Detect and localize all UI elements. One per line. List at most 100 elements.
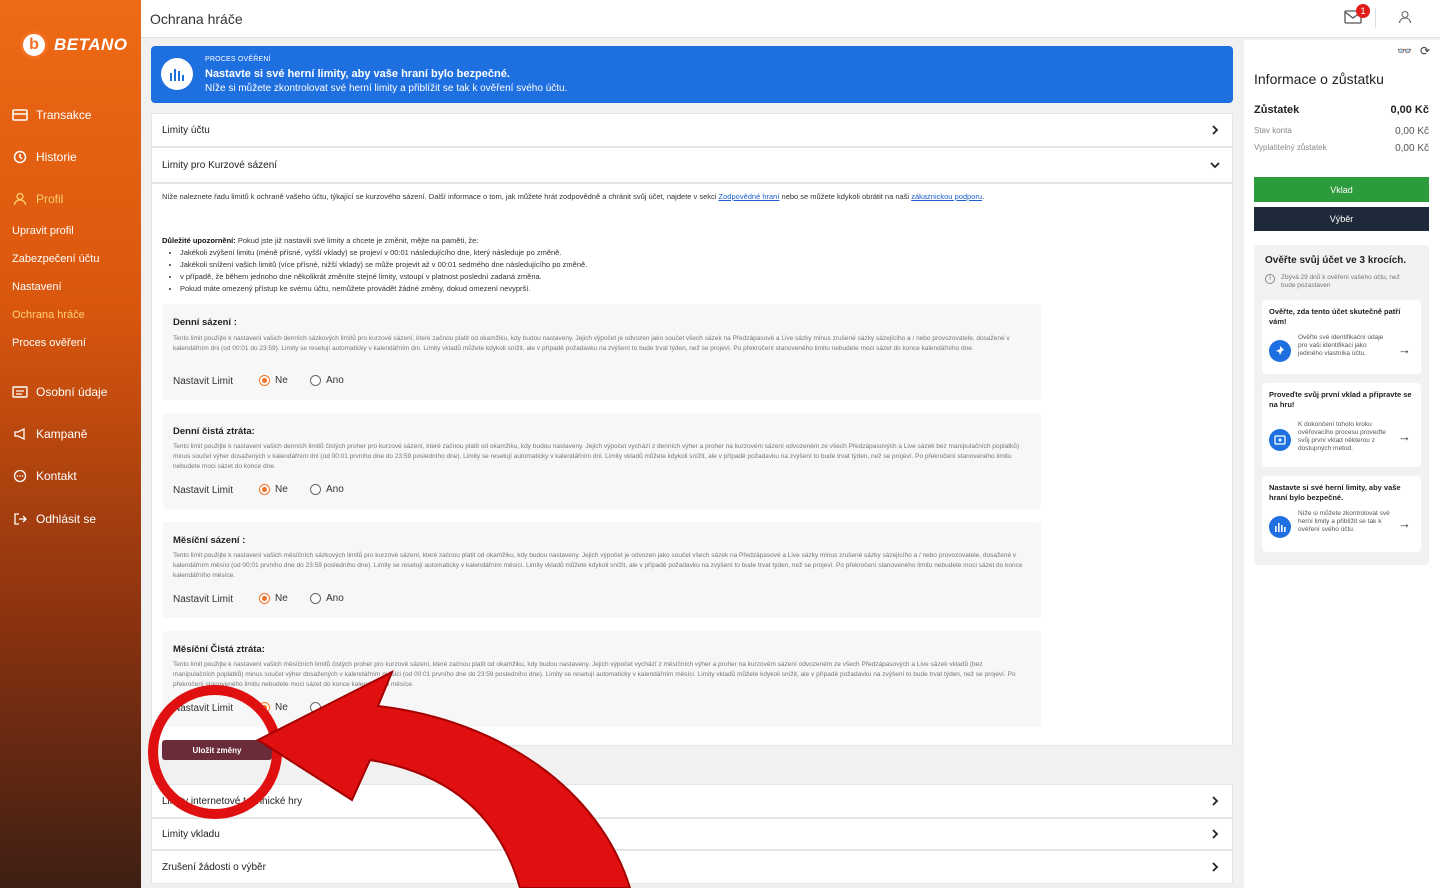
betano-logo[interactable]: b BETANO <box>20 26 128 64</box>
notice-bullet: Pokud máte omezený přístup ke svému účtu… <box>180 283 1062 295</box>
verify-card-identity[interactable]: Ověřte, zda tento účet skutečně patří vá… <box>1262 300 1421 374</box>
account-value: 0,00 Kč <box>1395 126 1429 137</box>
sidebar-item-odhlasit[interactable]: Odhlásit se <box>12 511 96 527</box>
notice-lead: Pokud jste již nastavili své limity a ch… <box>235 236 479 245</box>
chevron-right-icon <box>1212 796 1219 806</box>
user-button[interactable] <box>1398 10 1412 24</box>
radio-yes[interactable]: Ano <box>310 702 344 713</box>
radio-yes[interactable]: Ano <box>310 593 344 604</box>
withdrawable-row: Vyplatitelný zůstatek 0,00 Kč <box>1254 143 1429 154</box>
limit-card-daily-betting: Denní sázení : Tento limit použijte k na… <box>163 304 1041 400</box>
radio-circle <box>259 484 270 495</box>
balance-value: 0,00 Kč <box>1390 104 1429 116</box>
chart-bars-icon <box>161 58 193 90</box>
verify-account-box: Ověřte svůj účet ve 3 krocích. i Zbývá 2… <box>1254 245 1429 565</box>
limit-card-monthly-betting: Měsíční sázení : Tento limit použijte k … <box>163 522 1041 618</box>
notification-badge: 1 <box>1356 4 1370 18</box>
account-row: Stav konta 0,00 Kč <box>1254 126 1429 137</box>
card-desc: Níže si můžete zkontrolovat své herní li… <box>1298 510 1390 533</box>
banner-text: Níže si můžete zkontrolovat své herní li… <box>205 83 568 94</box>
limit-card-monthly-net-loss: Měsíční Čistá ztráta: Tento limit použij… <box>163 631 1041 727</box>
card-title: Nastavte si své herní limity, aby vaše h… <box>1269 483 1401 502</box>
radio-no[interactable]: Ne <box>259 484 288 495</box>
responsible-gaming-link[interactable]: Zodpovědné hraní <box>719 192 780 201</box>
card-title: Proveďte svůj první vklad a připravte se… <box>1269 390 1412 409</box>
sidebar-item-kontakt[interactable]: Kontakt <box>12 468 77 484</box>
verify-card-limits[interactable]: Nastavte si své herní limity, aby vaše h… <box>1262 476 1421 552</box>
radio-label: Ne <box>275 593 288 604</box>
sidebar-item-osobni-udaje[interactable]: Osobní údaje <box>12 384 107 400</box>
user-icon <box>12 191 28 207</box>
logout-icon <box>12 511 28 527</box>
panel-tools: 👓 ⟳ <box>1397 44 1430 58</box>
limit-card-daily-net-loss: Denní čistá ztráta: Tento limit použijte… <box>163 413 1041 509</box>
notice-bullet: v případě, že během jednoho dne několikr… <box>180 271 1062 283</box>
withdraw-button[interactable]: Výběr <box>1254 207 1429 231</box>
verify-title: Ověřte svůj účet ve 3 krocích. <box>1265 255 1407 266</box>
notice-title: Důležité upozornění: <box>162 236 236 245</box>
limit-description: Tento limit použijte k nastavení vašich … <box>173 335 1010 352</box>
radio-label: Ano <box>326 702 344 713</box>
verify-note: i Zbývá 29 dnů k ověření vašeho účtu, ne… <box>1265 274 1415 290</box>
topbar-divider <box>1375 8 1376 28</box>
verify-card-deposit[interactable]: Proveďte svůj první vklad a připravte se… <box>1262 383 1421 467</box>
radio-yes[interactable]: Ano <box>310 484 344 495</box>
mail-button[interactable]: 1 <box>1344 4 1370 24</box>
sidebar-item-label: Historie <box>36 150 77 164</box>
radio-label: Ne <box>275 484 288 495</box>
radio-no[interactable]: Ne <box>259 702 288 713</box>
account-label: Stav konta <box>1254 126 1292 135</box>
banner-kicker: PROCES OVĚŘENÍ <box>205 56 271 63</box>
verification-banner: PROCES OVĚŘENÍ Nastavte si své herní lim… <box>151 46 1233 103</box>
card-desc: Ověřte své identifikační údaje pro vaši … <box>1298 334 1384 357</box>
sidebar-item-label: Profil <box>36 192 64 206</box>
sidebar-sub-ochrana-hrace[interactable]: Ochrana hráče <box>12 309 85 321</box>
sidebar-item-historie[interactable]: Historie <box>12 149 77 165</box>
limit-title: Měsíční sázení : <box>173 535 246 546</box>
radio-no[interactable]: Ne <box>259 593 288 604</box>
logo-text: BETANO <box>54 35 128 54</box>
topbar: Ochrana hráče 1 <box>141 0 1440 38</box>
important-notice: Důležité upozornění: Pokud jste již nast… <box>162 235 1062 295</box>
sidebar-item-kampane[interactable]: Kampaně <box>12 426 87 442</box>
chevron-right-icon <box>1212 829 1219 839</box>
sidebar-sub-zabezpeceni[interactable]: Zabezpečení účtu <box>12 253 99 265</box>
radio-circle <box>310 484 321 495</box>
row-internet-games[interactable]: Limity internetové technické hry <box>151 784 1233 818</box>
row-odds-limits[interactable]: Limity pro Kurzové sázení <box>151 147 1233 183</box>
row-account-limits[interactable]: Limity účtu <box>151 113 1233 147</box>
save-changes-button[interactable]: Uložit změny <box>162 740 272 760</box>
radio-circle <box>310 702 321 713</box>
wallet-icon <box>12 107 28 123</box>
sidebar: b BETANO Transakce Historie Profil Uprav… <box>0 0 141 888</box>
withdrawable-value: 0,00 Kč <box>1395 143 1429 154</box>
deposit-button[interactable]: Vklad <box>1254 177 1429 202</box>
sidebar-item-label: Transakce <box>36 108 92 122</box>
sidebar-item-label: Odhlásit se <box>36 512 97 526</box>
withdrawable-label: Vyplatitelný zůstatek <box>1254 143 1327 152</box>
history-icon <box>12 149 28 165</box>
sidebar-sub-upravit-profil[interactable]: Upravit profil <box>12 225 74 237</box>
radio-yes[interactable]: Ano <box>310 375 344 386</box>
balance-title: Informace o zůstatku <box>1254 71 1384 87</box>
odds-limits-panel: Níže naleznete řadu limitů k ochraně vaš… <box>151 183 1233 746</box>
card-title: Ověřte, zda tento účet skutečně patří vá… <box>1269 307 1401 326</box>
megaphone-icon <box>12 426 28 442</box>
row-cancel-withdrawal[interactable]: Zrušení žádosti o výběr <box>151 850 1233 884</box>
refresh-icon[interactable]: ⟳ <box>1420 44 1430 58</box>
hide-balance-icon[interactable]: 👓 <box>1397 44 1412 58</box>
radio-no[interactable]: Ne <box>259 375 288 386</box>
sidebar-sub-proces-overeni[interactable]: Proces ověření <box>12 337 86 349</box>
customer-support-link[interactable]: zákaznickou podporu <box>911 192 982 201</box>
main-content: PROCES OVĚŘENÍ Nastavte si své herní lim… <box>151 46 1233 888</box>
radio-label: Ne <box>275 702 288 713</box>
sidebar-item-transakce[interactable]: Transakce <box>12 107 92 123</box>
sidebar-item-profil[interactable]: Profil <box>12 191 63 207</box>
row-label: Limity pro Kurzové sázení <box>162 159 278 171</box>
radio-label: Ano <box>326 484 344 495</box>
radio-circle <box>259 593 270 604</box>
sidebar-sub-nastaveni[interactable]: Nastavení <box>12 281 62 293</box>
set-limit-label: Nastavit Limit <box>173 485 234 496</box>
radio-circle <box>310 593 321 604</box>
row-deposit-limits[interactable]: Limity vkladu <box>151 818 1233 850</box>
